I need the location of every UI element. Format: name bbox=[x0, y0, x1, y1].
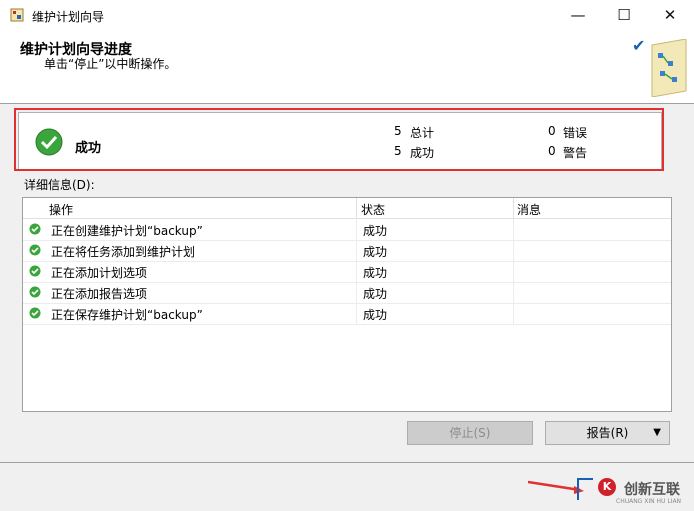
table-row[interactable]: 正在创建维护计划“backup” 成功 bbox=[23, 219, 671, 241]
grid-header: 操作 状态 消息 bbox=[23, 198, 671, 219]
success-icon bbox=[35, 128, 63, 156]
overall-status: 成功 bbox=[75, 141, 102, 156]
error-label: 错误 bbox=[563, 126, 588, 140]
watermark-text: 创新互联 bbox=[624, 482, 680, 498]
page-subtitle: 单击“停止”以中断操作。 bbox=[44, 57, 177, 71]
row-operation: 正在保存维护计划“backup” bbox=[51, 308, 203, 322]
checkmark-icon: ✔ bbox=[632, 36, 646, 55]
success-icon bbox=[29, 286, 41, 298]
report-button[interactable]: 报告(R) ▼ bbox=[545, 421, 670, 445]
row-status: 成功 bbox=[363, 266, 388, 280]
success-label: 成功 bbox=[410, 146, 435, 160]
table-row[interactable]: 正在保存维护计划“backup” 成功 bbox=[23, 303, 671, 325]
table-row[interactable]: 正在将任务添加到维护计划 成功 bbox=[23, 240, 671, 262]
column-divider[interactable] bbox=[513, 198, 514, 218]
success-icon bbox=[29, 244, 41, 256]
details-label: 详细信息(D): bbox=[24, 178, 95, 192]
warning-label: 警告 bbox=[563, 146, 588, 160]
wizard-header: 维护计划向导进度 单击“停止”以中断操作。 ✔ bbox=[0, 31, 694, 104]
column-header-operation[interactable]: 操作 bbox=[49, 201, 73, 218]
table-row[interactable]: 正在添加报告选项 成功 bbox=[23, 282, 671, 304]
column-header-message[interactable]: 消息 bbox=[517, 201, 541, 218]
dropdown-arrow-icon[interactable]: ▼ bbox=[653, 422, 661, 444]
footer-divider bbox=[0, 462, 694, 463]
column-header-status[interactable]: 状态 bbox=[361, 201, 385, 218]
total-label: 总计 bbox=[410, 126, 435, 140]
bracket-mark bbox=[577, 478, 593, 500]
column-divider[interactable] bbox=[356, 198, 357, 218]
close-button[interactable]: ✕ bbox=[647, 0, 693, 31]
success-icon bbox=[29, 307, 41, 319]
total-count: 5 bbox=[394, 124, 402, 138]
row-operation: 正在将任务添加到维护计划 bbox=[51, 245, 196, 259]
row-operation: 正在创建维护计划“backup” bbox=[51, 224, 203, 238]
report-button-label: 报告(R) bbox=[586, 426, 629, 440]
wizard-graphic-icon bbox=[651, 39, 687, 97]
watermark-subtext: CHUANG XIN HU LIAN bbox=[616, 498, 682, 505]
details-grid[interactable]: 操作 状态 消息 正在创建维护计划“backup” 成功 正在将任务添加到维护计… bbox=[22, 197, 672, 412]
row-status: 成功 bbox=[363, 287, 388, 301]
window-title: 维护计划向导 bbox=[32, 10, 105, 24]
title-bar: 维护计划向导 — ☐ ✕ bbox=[0, 0, 694, 32]
warning-count: 0 bbox=[548, 144, 556, 158]
success-icon bbox=[29, 223, 41, 235]
stop-button[interactable]: 停止(S) bbox=[407, 421, 533, 445]
success-icon bbox=[29, 265, 41, 277]
row-status: 成功 bbox=[363, 245, 388, 259]
row-operation: 正在添加报告选项 bbox=[51, 287, 148, 301]
error-count: 0 bbox=[548, 124, 556, 138]
row-operation: 正在添加计划选项 bbox=[51, 266, 148, 280]
minimize-button[interactable]: — bbox=[555, 0, 601, 31]
app-icon bbox=[10, 8, 24, 22]
brand-logo-icon: K bbox=[598, 478, 616, 496]
table-row[interactable]: 正在添加计划选项 成功 bbox=[23, 261, 671, 283]
row-status: 成功 bbox=[363, 308, 388, 322]
success-count: 5 bbox=[394, 144, 402, 158]
maximize-button[interactable]: ☐ bbox=[601, 0, 647, 31]
row-status: 成功 bbox=[363, 224, 388, 238]
